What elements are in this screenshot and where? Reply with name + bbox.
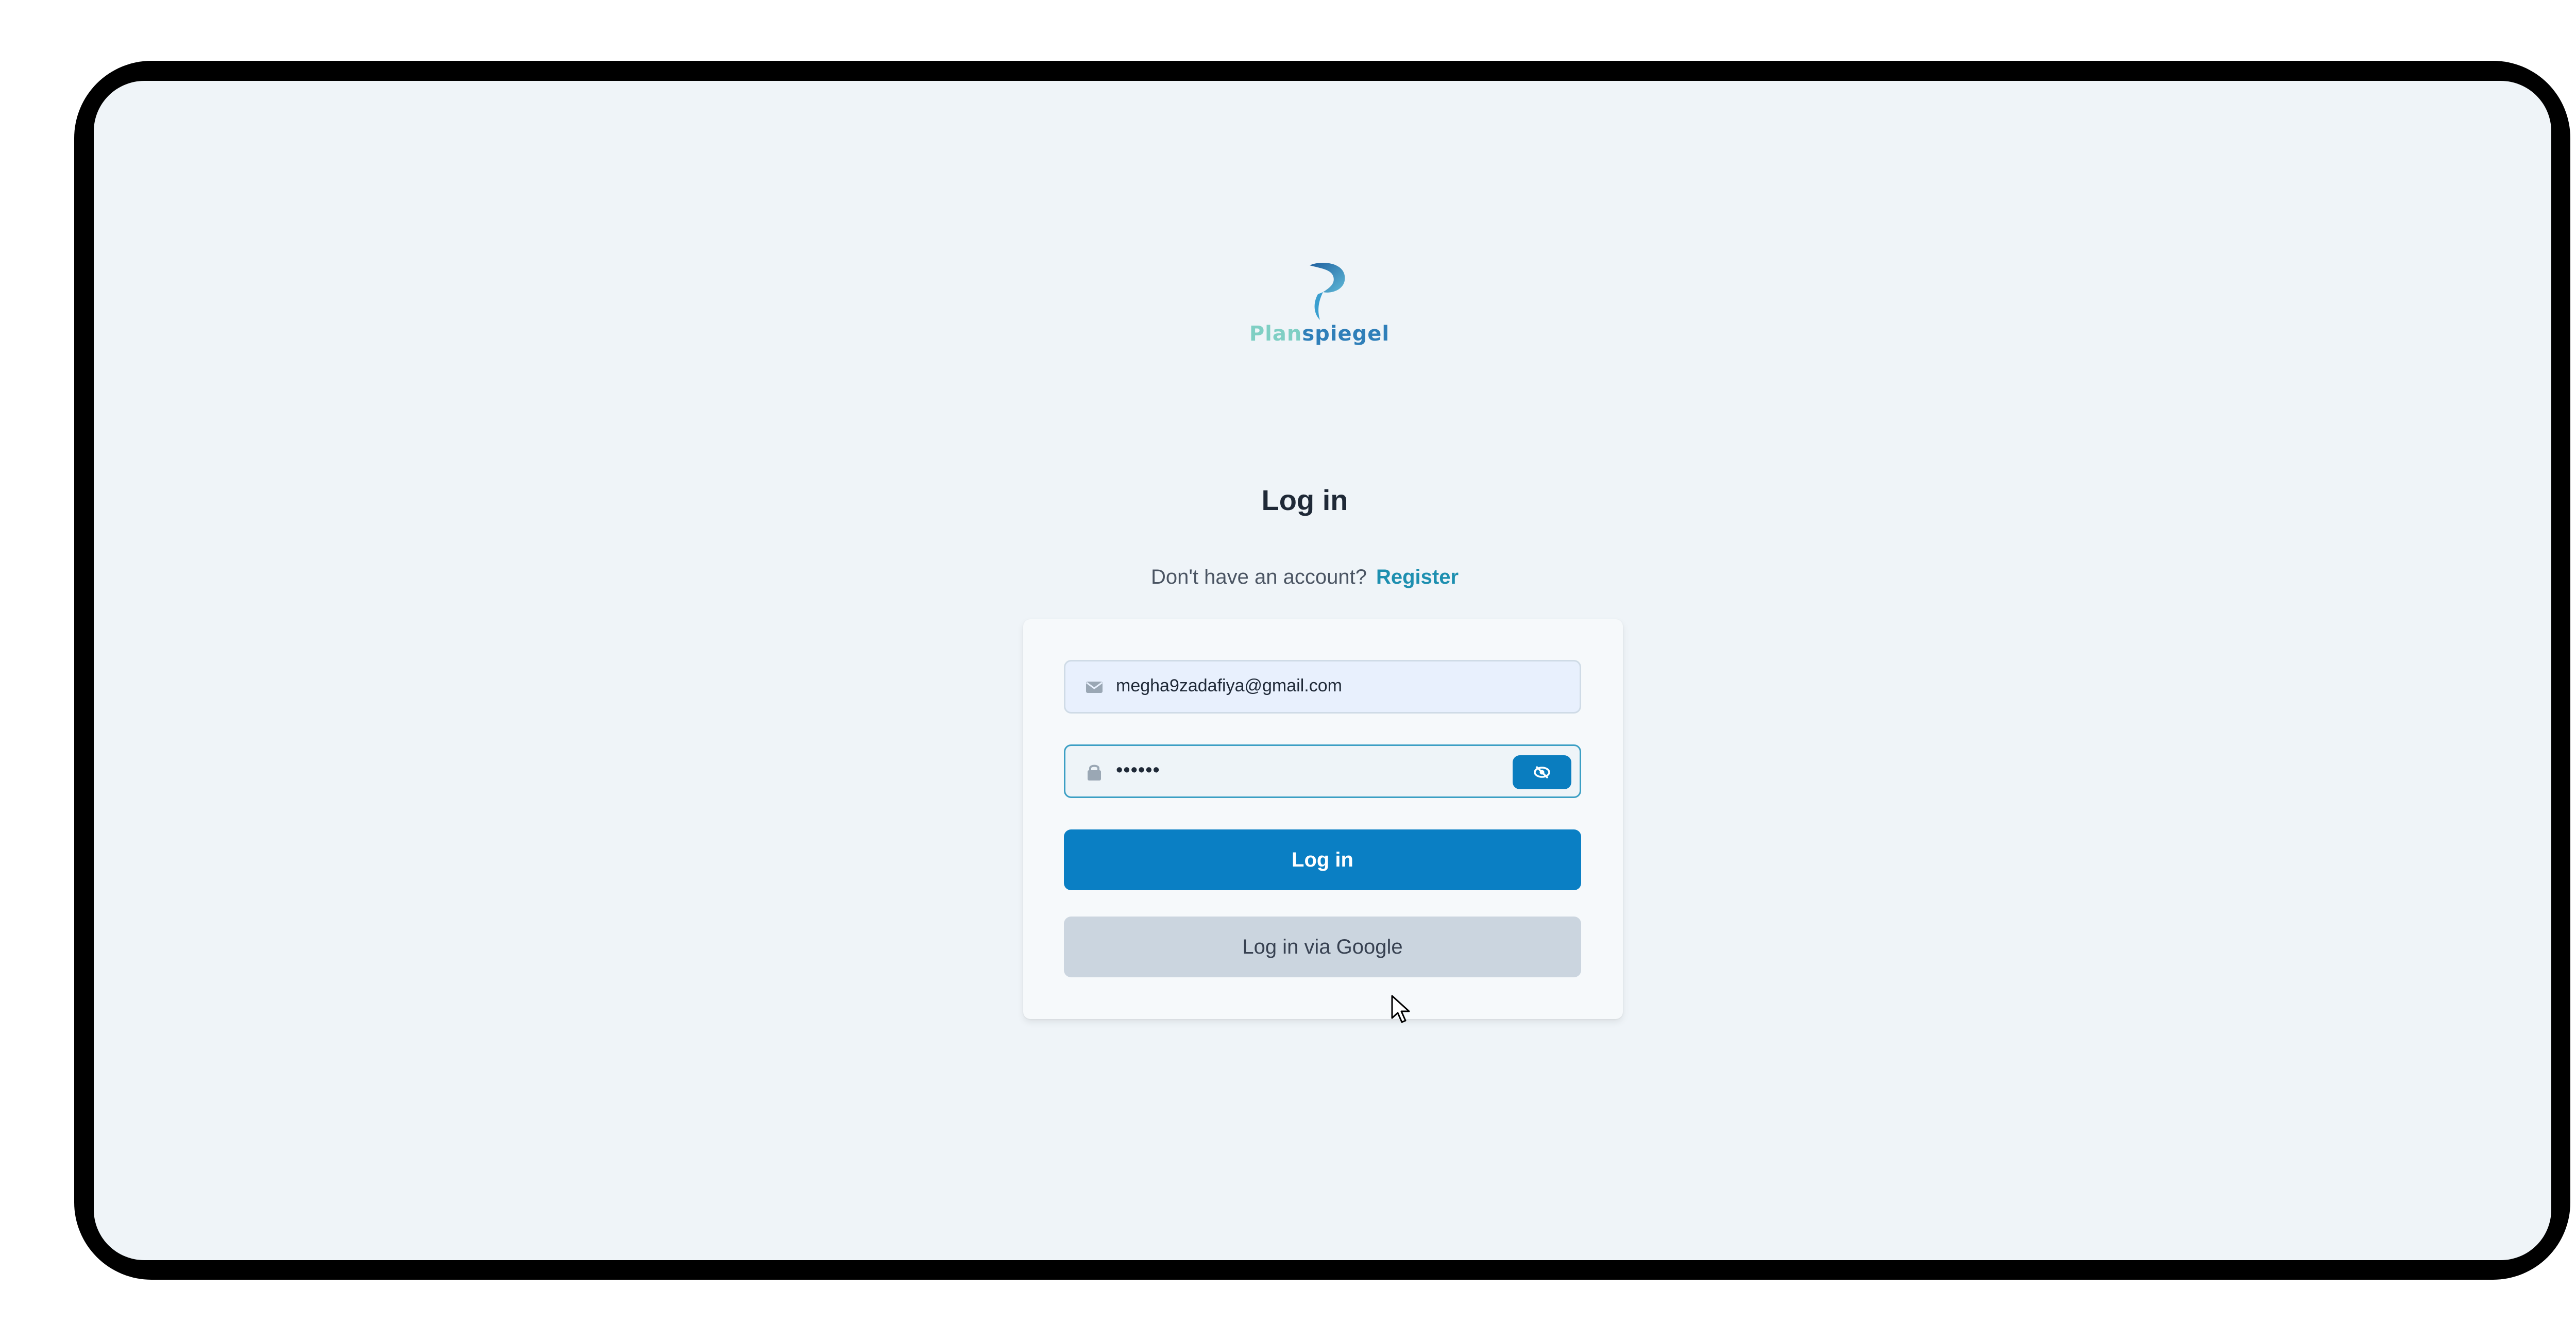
no-account-text: Don't have an account?: [1150, 566, 1367, 588]
password-value: ••••••: [1116, 759, 1160, 781]
brand-name-part-b: spiegel: [1302, 322, 1390, 346]
logo-mark-icon: [1310, 262, 1345, 320]
page-title: Log in: [1261, 484, 1348, 516]
register-prompt: Don't have an account? Register: [0, 566, 2576, 589]
email-field[interactable]: megha9zadafiya@gmail.com: [1064, 660, 1581, 714]
brand-logo: Planspiegel: [1245, 260, 1394, 430]
mouse-cursor-icon: [1391, 995, 1410, 1023]
password-field[interactable]: ••••••: [1064, 744, 1581, 798]
toggle-password-visibility-button[interactable]: [1513, 755, 1571, 789]
login-button[interactable]: Log in: [1064, 829, 1581, 890]
google-login-button[interactable]: Log in via Google: [1064, 917, 1581, 977]
login-card: megha9zadafiya@gmail.com •••••• Log in L…: [1023, 619, 1623, 1019]
eye-slash-icon: [1534, 766, 1550, 779]
email-value: megha9zadafiya@gmail.com: [1116, 676, 1342, 696]
brand-name: Planspiegel: [1245, 322, 1394, 346]
brand-name-part-a: Plan: [1249, 322, 1302, 346]
register-link[interactable]: Register: [1376, 566, 1459, 588]
mail-icon: [1086, 682, 1103, 693]
lock-icon: [1088, 765, 1101, 781]
